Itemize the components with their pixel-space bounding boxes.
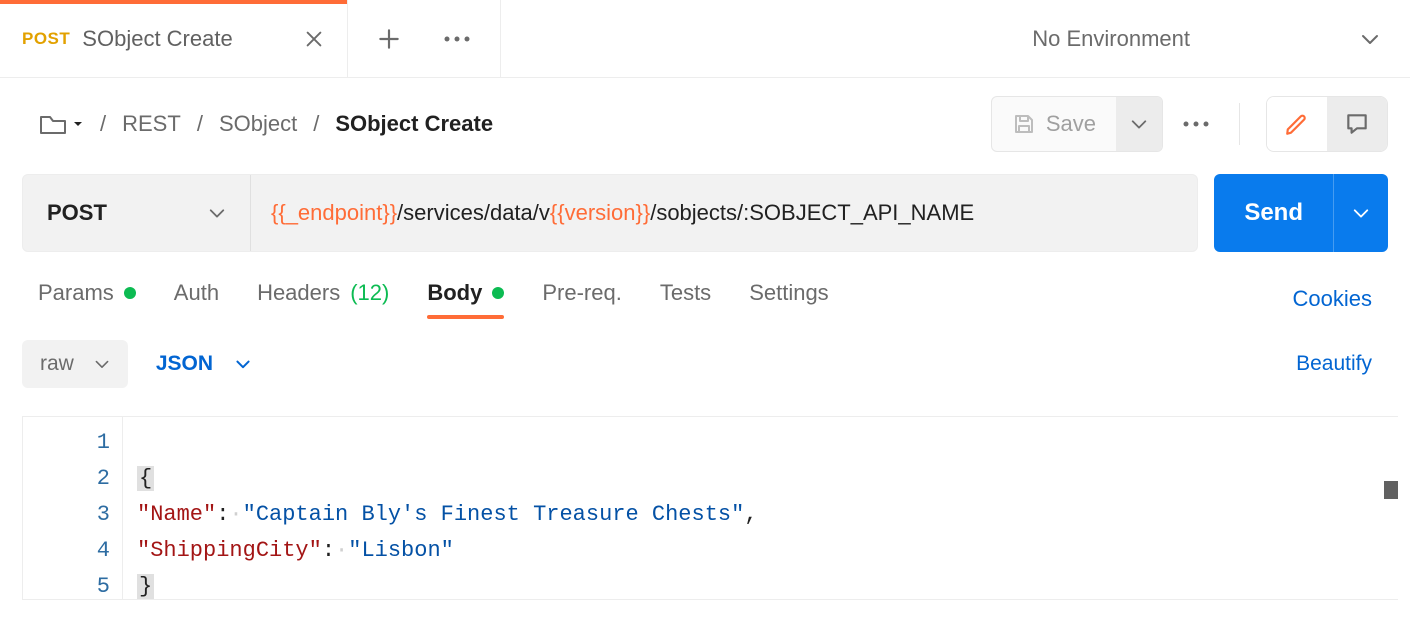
save-button[interactable]: Save (992, 97, 1116, 151)
tab-tests[interactable]: Tests (660, 280, 711, 318)
body-mode-select[interactable]: raw (22, 340, 128, 388)
beautify-link[interactable]: Beautify (1296, 352, 1372, 376)
url-input[interactable]: {{_endpoint}}/services/data/v{{version}}… (251, 175, 994, 251)
tab-auth[interactable]: Auth (174, 280, 219, 318)
chevron-down-icon (1360, 32, 1380, 46)
tab-method-badge: POST (22, 29, 70, 49)
tab-body[interactable]: Body (427, 280, 504, 318)
save-label: Save (1046, 111, 1096, 137)
body-format-select[interactable]: JSON (156, 352, 251, 376)
http-method-select[interactable]: POST (23, 175, 251, 251)
tab-title: SObject Create (82, 26, 291, 52)
send-options-button[interactable] (1333, 174, 1388, 252)
close-icon[interactable] (303, 28, 325, 50)
breadcrumb-item[interactable]: SObject (219, 111, 297, 137)
tab-settings[interactable]: Settings (749, 280, 829, 318)
cookies-link[interactable]: Cookies (1293, 286, 1372, 312)
tab-params[interactable]: Params (38, 280, 136, 318)
http-method-label: POST (47, 200, 107, 226)
headers-count: (12) (350, 280, 389, 306)
collection-folder-icon[interactable] (38, 111, 84, 137)
right-pane-toggle (1266, 96, 1388, 152)
send-button[interactable]: Send (1214, 174, 1333, 252)
documentation-toggle[interactable] (1267, 97, 1327, 151)
tab-prerequest[interactable]: Pre-req. (542, 280, 621, 318)
indicator-dot-icon (492, 287, 504, 299)
editor-content[interactable]: { "Name":·"Captain Bly's Finest Treasure… (123, 417, 1398, 599)
url-variable: {{version}} (550, 200, 650, 226)
environment-selector[interactable]: No Environment (992, 0, 1410, 77)
breadcrumb: / REST / SObject / SObject Create (38, 111, 493, 137)
breadcrumb-item[interactable]: REST (122, 111, 181, 137)
more-actions-icon[interactable] (1181, 119, 1211, 129)
tab-overflow-icon[interactable] (442, 34, 472, 44)
comments-toggle[interactable] (1327, 97, 1387, 151)
breadcrumb-item-current[interactable]: SObject Create (335, 111, 493, 137)
scroll-indicator (1384, 481, 1398, 499)
new-tab-icon[interactable] (376, 26, 402, 52)
body-editor[interactable]: 1 2 3 4 5 { "Name":·"Captain Bly's Fines… (22, 416, 1398, 600)
save-options-button[interactable] (1116, 97, 1162, 151)
indicator-dot-icon (124, 287, 136, 299)
environment-label: No Environment (1032, 26, 1190, 52)
url-variable: {{_endpoint}} (271, 200, 397, 226)
tab-headers[interactable]: Headers (12) (257, 280, 389, 318)
editor-gutter: 1 2 3 4 5 (23, 417, 123, 599)
request-tab[interactable]: POST SObject Create (0, 0, 348, 77)
save-button-group: Save (991, 96, 1163, 152)
